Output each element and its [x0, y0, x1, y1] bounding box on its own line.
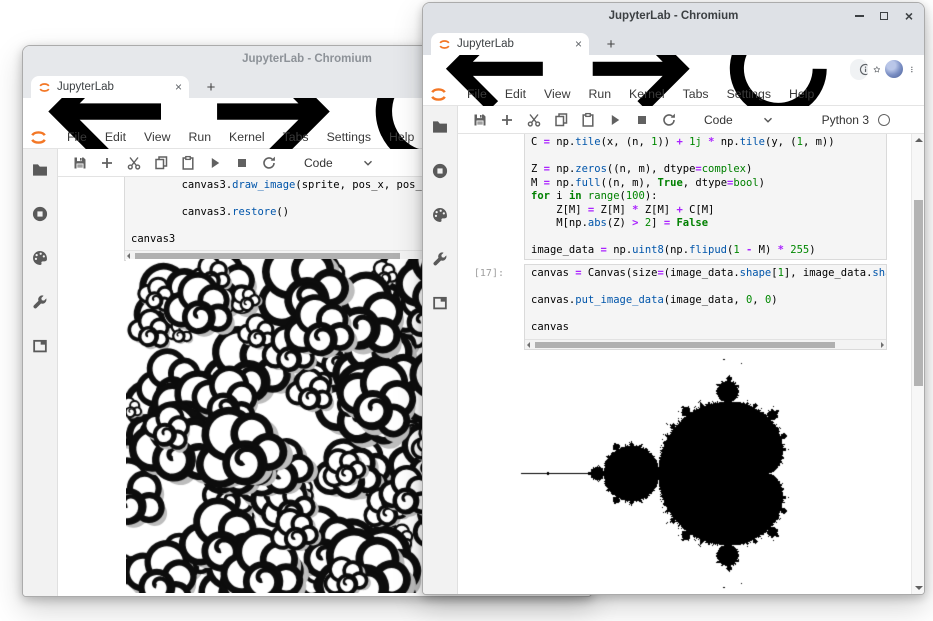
scroll-down-icon[interactable]: [915, 586, 923, 590]
toolbar-buttons: [472, 112, 688, 128]
code-editor[interactable]: canvas = Canvas(size=(image_data.shape[1…: [525, 265, 886, 335]
cut-cells-icon[interactable]: [126, 155, 142, 171]
scroll-left-icon[interactable]: [527, 342, 530, 348]
restart-kernel-icon[interactable]: [261, 155, 277, 171]
property-inspector-icon[interactable]: [31, 293, 49, 311]
notebook-vscrollbar[interactable]: [911, 134, 924, 594]
copy-cells-icon[interactable]: [153, 155, 169, 171]
running-kernels-icon[interactable]: [31, 205, 49, 223]
restart-kernel-icon[interactable]: [661, 112, 677, 128]
tab-title: JupyterLab: [57, 81, 169, 93]
maximize-button[interactable]: [878, 10, 890, 22]
menu-item-run[interactable]: Run: [579, 87, 620, 101]
menu-item-settings[interactable]: Settings: [318, 130, 380, 144]
activity-bar: [23, 149, 58, 596]
cell-hscrollbar[interactable]: [525, 339, 886, 349]
profile-avatar[interactable]: [885, 60, 903, 78]
open-tabs-icon[interactable]: [31, 337, 49, 355]
menu-items: FileEditViewRunKernelTabsSettingsHelp: [458, 87, 823, 101]
paste-cells-icon[interactable]: [180, 155, 196, 171]
menu-item-file[interactable]: File: [458, 87, 496, 101]
add-cell-icon[interactable]: [99, 155, 115, 171]
chevron-down-icon[interactable]: [361, 156, 375, 170]
run-cell-icon[interactable]: [207, 155, 223, 171]
new-tab-button[interactable]: +: [599, 32, 623, 56]
jupyter-logo-icon: [29, 128, 48, 147]
menu-item-settings[interactable]: Settings: [718, 87, 780, 101]
open-tabs-icon[interactable]: [431, 294, 449, 312]
vscroll-thumb[interactable]: [914, 200, 923, 386]
jupyter-favicon: [438, 38, 451, 51]
property-inspector-icon[interactable]: [431, 250, 449, 268]
address-bar[interactable]: localhost:8889/lab: [850, 59, 868, 80]
file-browser-icon[interactable]: [31, 161, 49, 179]
browser-window-front: JupyterLab - Chromium × JupyterLab × + l…: [422, 2, 925, 595]
run-cell-icon[interactable]: [607, 112, 623, 128]
menu-item-run[interactable]: Run: [179, 130, 220, 144]
kernel-status-icon: [878, 114, 890, 126]
stop-kernel-icon[interactable]: [634, 112, 650, 128]
menu-item-file[interactable]: File: [58, 130, 96, 144]
desktop: JupyterLab - Chromium × JupyterLab × + l…: [0, 0, 933, 621]
menu-item-edit[interactable]: Edit: [96, 130, 135, 144]
execution-prompt: [17]:: [464, 268, 504, 279]
scroll-right-icon[interactable]: [881, 342, 884, 348]
command-palette-icon[interactable]: [31, 249, 49, 267]
menu-items: FileEditViewRunKernelTabsSettingsHelp: [58, 130, 423, 144]
copy-cells-icon[interactable]: [553, 112, 569, 128]
menu-item-view[interactable]: View: [535, 87, 579, 101]
mandelbrot-output-image: [458, 352, 888, 594]
code-cell-1[interactable]: C = np.tile(x, (n, 1)) + 1j * np.tile(y,…: [524, 134, 887, 260]
minimize-button[interactable]: [853, 10, 865, 22]
titlebar-front[interactable]: JupyterLab - Chromium ×: [423, 3, 924, 29]
kebab-menu-icon[interactable]: [908, 61, 916, 78]
menu-item-kernel[interactable]: Kernel: [220, 130, 274, 144]
kernel-name[interactable]: Python 3: [822, 113, 869, 127]
menu-item-tabs[interactable]: Tabs: [674, 87, 718, 101]
hscroll-thumb[interactable]: [535, 342, 835, 348]
menu-item-help[interactable]: Help: [780, 87, 823, 101]
notebook-scroll-area[interactable]: C = np.tile(x, (n, 1)) + 1j * np.tile(y,…: [458, 134, 924, 594]
toolbar-buttons: [72, 155, 288, 171]
menu-item-help[interactable]: Help: [380, 130, 423, 144]
activity-bar: [423, 106, 458, 594]
close-button[interactable]: ×: [903, 10, 915, 22]
cell-type-select[interactable]: Code: [704, 113, 733, 127]
paste-cells-icon[interactable]: [580, 112, 596, 128]
tab-title: JupyterLab: [457, 38, 569, 50]
browser-toolbar: localhost:8889/lab: [423, 55, 924, 83]
running-kernels-icon[interactable]: [431, 162, 449, 180]
stop-kernel-icon[interactable]: [234, 155, 250, 171]
notebook-toolbar: Code Python 3: [458, 106, 924, 134]
menu-item-kernel[interactable]: Kernel: [620, 87, 674, 101]
tab-strip: JupyterLab × +: [423, 29, 924, 55]
menu-item-view[interactable]: View: [135, 130, 179, 144]
cell-type-select[interactable]: Code: [304, 156, 333, 170]
tab-close-icon[interactable]: ×: [575, 37, 582, 51]
menu-item-edit[interactable]: Edit: [496, 87, 535, 101]
file-browser-icon[interactable]: [431, 118, 449, 136]
browser-tab-jupyterlab[interactable]: JupyterLab ×: [31, 76, 189, 98]
jupyter-favicon: [38, 81, 51, 94]
window-controls: ×: [853, 3, 915, 29]
window-title: JupyterLab - Chromium: [242, 53, 372, 65]
add-cell-icon[interactable]: [499, 112, 515, 128]
save-icon[interactable]: [472, 112, 488, 128]
save-icon[interactable]: [72, 155, 88, 171]
jupyter-logo-icon: [429, 85, 448, 104]
chevron-down-icon[interactable]: [761, 113, 775, 127]
scroll-up-icon[interactable]: [915, 138, 923, 142]
window-title: JupyterLab - Chromium: [609, 10, 739, 22]
cut-cells-icon[interactable]: [526, 112, 542, 128]
new-tab-button[interactable]: +: [199, 75, 223, 99]
menu-item-tabs[interactable]: Tabs: [274, 130, 318, 144]
browser-tab-jupyterlab[interactable]: JupyterLab ×: [431, 33, 589, 55]
bookmark-star-icon[interactable]: [873, 61, 881, 78]
code-editor[interactable]: C = np.tile(x, (n, 1)) + 1j * np.tile(y,…: [525, 134, 886, 258]
code-cell-2[interactable]: canvas = Canvas(size=(image_data.shape[1…: [524, 264, 887, 350]
tab-close-icon[interactable]: ×: [175, 80, 182, 94]
info-icon[interactable]: [859, 63, 868, 76]
command-palette-icon[interactable]: [431, 206, 449, 224]
